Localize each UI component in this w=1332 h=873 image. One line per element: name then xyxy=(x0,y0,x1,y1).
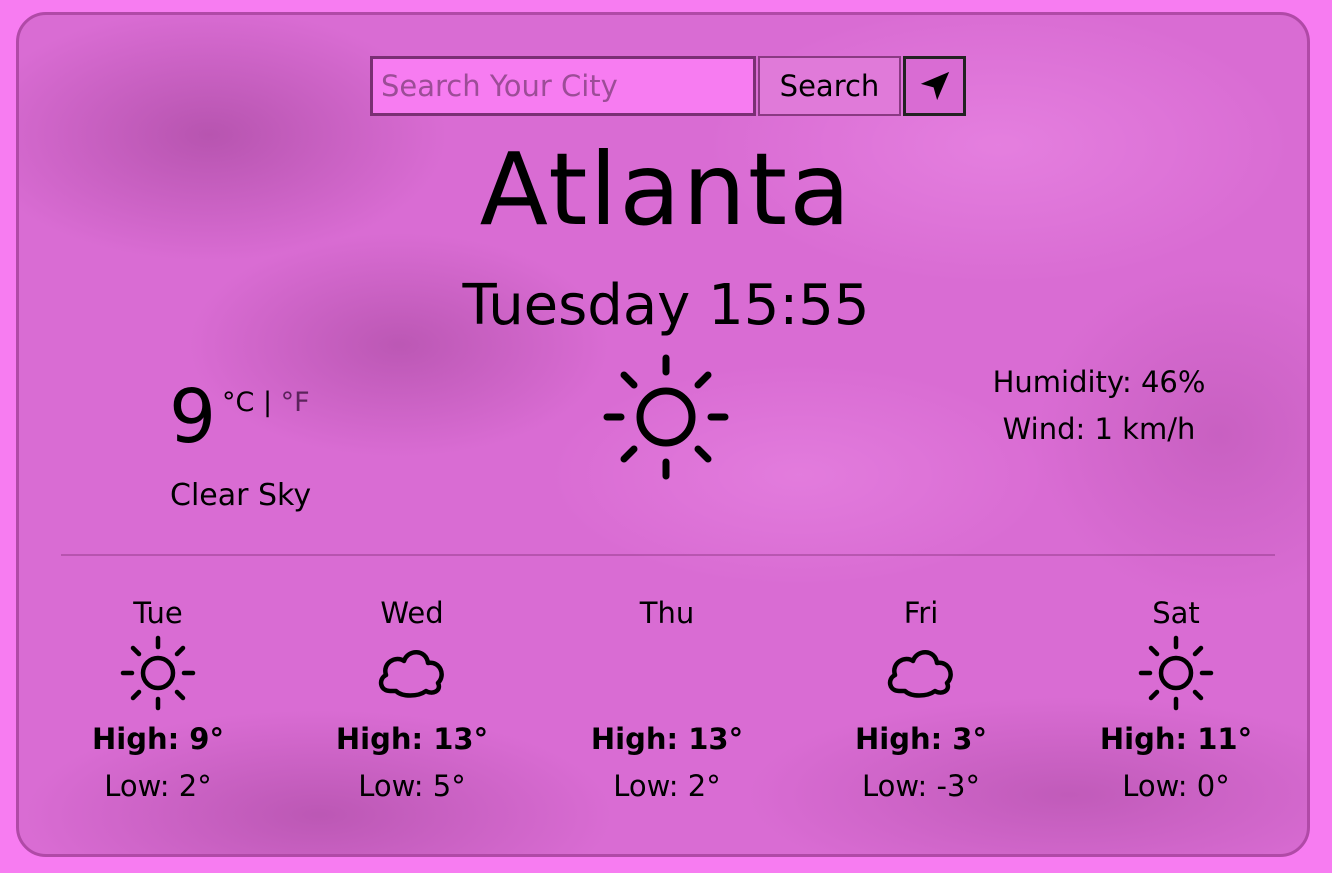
forecast-high: High: 3° xyxy=(855,722,987,756)
forecast-low: Low: -3° xyxy=(862,769,980,803)
sun-icon xyxy=(603,354,729,480)
weather-details: Humidity: 46% Wind: 1 km/h xyxy=(949,359,1249,453)
location-arrow-icon xyxy=(920,71,949,101)
forecast-day-name: Tue xyxy=(133,596,183,630)
missing-weather-icon xyxy=(629,635,705,711)
divider xyxy=(61,554,1275,556)
wind-speed: Wind: 1 km/h xyxy=(1002,412,1196,446)
forecast-day-name: Sat xyxy=(1152,596,1200,630)
current-datetime: Tuesday 15:55 xyxy=(462,273,870,338)
cloud-icon xyxy=(887,650,953,698)
search-form: Search xyxy=(370,56,966,116)
forecast-low: Low: 2° xyxy=(613,769,721,803)
forecast-low: Low: 5° xyxy=(358,769,466,803)
city-name: Atlanta xyxy=(479,131,853,248)
search-input[interactable] xyxy=(370,56,756,116)
forecast: Tue High: 9° Low: 2° Wed High: 13° Low: … xyxy=(19,595,1307,825)
sun-icon xyxy=(1138,635,1214,711)
humidity: Humidity: 46% xyxy=(992,365,1206,399)
forecast-day: Fri High: 3° Low: -3° xyxy=(821,595,1021,804)
forecast-high: High: 13° xyxy=(335,722,489,756)
forecast-high: High: 9° xyxy=(92,722,224,756)
forecast-day: Wed High: 13° Low: 5° xyxy=(312,595,512,804)
forecast-day: Thu High: 13° Low: 2° xyxy=(567,595,767,804)
forecast-day: Tue High: 9° Low: 2° xyxy=(58,595,258,804)
search-button[interactable]: Search xyxy=(758,56,901,116)
weather-condition: Clear Sky xyxy=(170,478,312,513)
celsius-link[interactable]: °C xyxy=(222,387,254,418)
unit-switcher: °C | °F xyxy=(222,387,310,418)
current-temperature: 9 xyxy=(169,374,217,460)
forecast-day: Sat High: 11° Low: 0° xyxy=(1076,595,1276,804)
forecast-high: High: 13° xyxy=(590,722,744,756)
current-location-button[interactable] xyxy=(903,56,966,116)
forecast-low: Low: 0° xyxy=(1122,769,1230,803)
forecast-low: Low: 2° xyxy=(104,769,212,803)
forecast-day-name: Wed xyxy=(380,596,444,630)
forecast-day-name: Fri xyxy=(903,596,939,630)
fahrenheit-link[interactable]: °F xyxy=(281,387,310,418)
cloud-icon xyxy=(378,650,444,698)
forecast-high: High: 11° xyxy=(1099,722,1253,756)
forecast-day-name: Thu xyxy=(639,596,695,630)
weather-card: Search Atlanta Tuesday 15:55 9 °C | °F C… xyxy=(16,12,1310,857)
sun-icon xyxy=(120,635,196,711)
unit-separator: | xyxy=(262,387,273,418)
